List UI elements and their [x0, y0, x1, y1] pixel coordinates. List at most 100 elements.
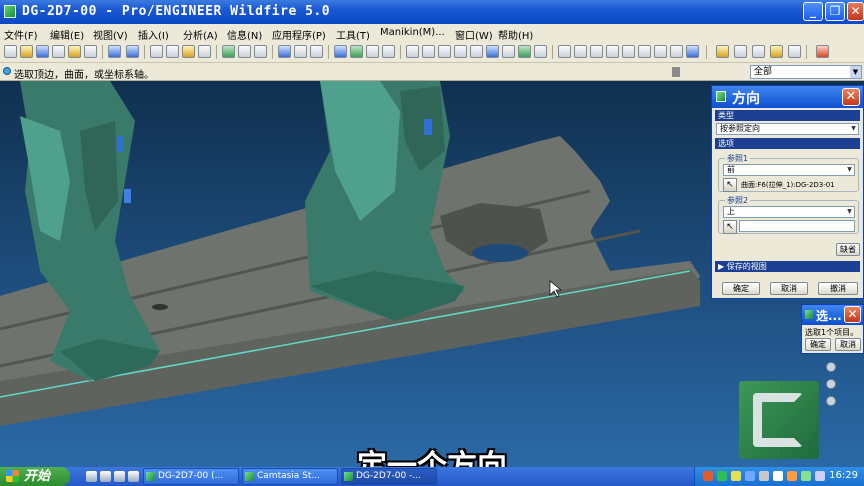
close-button[interactable]: ✕: [847, 2, 864, 21]
shading-icon[interactable]: [606, 45, 619, 58]
quicklaunch-ie-icon[interactable]: [100, 471, 111, 482]
view-manager-icon[interactable]: [654, 45, 667, 58]
select-arrow-icon[interactable]: ↖: [723, 178, 737, 192]
menu-manikin[interactable]: Manikin(M)...: [380, 27, 445, 38]
menu-edit[interactable]: 编辑(E): [50, 27, 84, 42]
appearance-icon[interactable]: [534, 45, 547, 58]
datum-plane-icon[interactable]: [716, 45, 729, 58]
refit-icon[interactable]: [470, 45, 483, 58]
display-style-icon[interactable]: [366, 45, 379, 58]
toolbar-mini-icon[interactable]: [826, 396, 836, 406]
menu-help[interactable]: 帮助(H): [498, 27, 533, 42]
zoom-out-icon[interactable]: [454, 45, 467, 58]
tray-app-icon[interactable]: [717, 471, 727, 481]
undo-button[interactable]: 撤消: [818, 282, 858, 295]
reference-2-dropdown[interactable]: 上 ▼: [723, 206, 855, 218]
saved-views-icon[interactable]: [502, 45, 515, 58]
menu-analysis[interactable]: 分析(A): [183, 27, 218, 42]
orient-mode-icon[interactable]: [310, 45, 323, 58]
render-icon[interactable]: [686, 45, 699, 58]
pan-icon[interactable]: [422, 45, 435, 58]
paste-special-icon[interactable]: [198, 45, 211, 58]
selection-filter-dropdown[interactable]: 全部 ▼: [750, 65, 862, 79]
dialog-title-bar[interactable]: 方向 ✕: [712, 86, 863, 108]
orient-type-dropdown[interactable]: 按参照定向 ▼: [716, 123, 859, 135]
menu-applications[interactable]: 应用程序(P): [272, 27, 326, 42]
cancel-button[interactable]: 取消: [770, 282, 808, 295]
mail-icon[interactable]: [68, 45, 81, 58]
tray-app-icon[interactable]: [815, 471, 825, 481]
ok-button[interactable]: 确定: [805, 338, 831, 351]
menu-file[interactable]: 文件(F): [4, 27, 38, 42]
menu-view[interactable]: 视图(V): [93, 27, 128, 42]
no-hidden-icon[interactable]: [590, 45, 603, 58]
quicklaunch-folder-icon[interactable]: [128, 471, 139, 482]
reference-1-dropdown[interactable]: 前 ▼: [723, 164, 855, 176]
mail-attach-icon[interactable]: [84, 45, 97, 58]
close-icon[interactable]: ✕: [842, 88, 860, 106]
open-icon[interactable]: [20, 45, 33, 58]
reference-2-selection[interactable]: [739, 220, 855, 232]
paste-icon[interactable]: [182, 45, 195, 58]
quicklaunch-media-icon[interactable]: [114, 471, 125, 482]
save-icon[interactable]: [36, 45, 49, 58]
datum-axis-icon[interactable]: [734, 45, 747, 58]
model-tree-icon[interactable]: [350, 45, 363, 58]
orient-type-value: 按参照定向: [720, 124, 760, 133]
spin-icon[interactable]: [406, 45, 419, 58]
redo-icon[interactable]: [126, 45, 139, 58]
cut-icon[interactable]: [150, 45, 163, 58]
repaint-icon[interactable]: [278, 45, 291, 58]
tray-app-icon[interactable]: [703, 471, 713, 481]
annotation-icon[interactable]: [788, 45, 801, 58]
tray-app-icon[interactable]: [801, 471, 811, 481]
select-icon[interactable]: [254, 45, 267, 58]
tray-volume-icon[interactable]: [759, 471, 769, 481]
realistic-icon[interactable]: [638, 45, 651, 58]
toolbar-mini-icon[interactable]: [826, 362, 836, 372]
taskbar-item-proe-active[interactable]: DG-2D7-00 -...: [341, 468, 437, 485]
ok-button[interactable]: 确定: [722, 282, 760, 295]
search-icon[interactable]: [238, 45, 251, 58]
maximize-button[interactable]: ❐: [825, 2, 845, 21]
tray-app-icon[interactable]: [731, 471, 741, 481]
tray-app-icon[interactable]: [787, 471, 797, 481]
taskbar-item-camtasia[interactable]: Camtasia St...: [242, 468, 338, 485]
close-icon[interactable]: ✕: [844, 306, 861, 323]
start-button[interactable]: 开始: [0, 467, 70, 486]
quicklaunch-desktop-icon[interactable]: [86, 471, 97, 482]
select-arrow-icon[interactable]: ↖: [723, 220, 737, 234]
shading-edges-icon[interactable]: [622, 45, 635, 58]
print-icon[interactable]: [52, 45, 65, 58]
menu-insert[interactable]: 插入(I): [138, 27, 169, 42]
reference-1-selection[interactable]: 曲面:F6(拉伸_1):DG-2D3-01: [739, 179, 855, 191]
csys-icon[interactable]: [770, 45, 783, 58]
copy-icon[interactable]: [166, 45, 179, 58]
wireframe-icon[interactable]: [558, 45, 571, 58]
menu-tools[interactable]: 工具(T): [336, 27, 370, 42]
hidden-line-icon[interactable]: [574, 45, 587, 58]
dialog-title-bar[interactable]: 选... ✕: [802, 305, 863, 325]
tray-network-icon[interactable]: [745, 471, 755, 481]
shade-icon[interactable]: [382, 45, 395, 58]
tray-app-icon[interactable]: [773, 471, 783, 481]
saved-views-section[interactable]: ▶ 保存的视图: [715, 261, 860, 272]
new-icon[interactable]: [4, 45, 17, 58]
undo-icon[interactable]: [108, 45, 121, 58]
default-button[interactable]: 缺省: [836, 243, 860, 256]
perspective-icon[interactable]: [670, 45, 683, 58]
menu-window[interactable]: 窗口(W): [455, 27, 493, 42]
menu-info[interactable]: 信息(N): [227, 27, 262, 42]
spin-center-icon[interactable]: [294, 45, 307, 58]
regenerate-icon[interactable]: [222, 45, 235, 58]
toolbar-mini-icon[interactable]: [826, 379, 836, 389]
minimize-button[interactable]: _: [803, 2, 823, 21]
taskbar-item-proe[interactable]: DG-2D7-00 (...: [143, 468, 239, 485]
zoom-in-icon[interactable]: [438, 45, 451, 58]
layers-icon[interactable]: [518, 45, 531, 58]
datum-point-icon[interactable]: [752, 45, 765, 58]
cancel-button[interactable]: 取消: [835, 338, 861, 351]
orient-icon[interactable]: [486, 45, 499, 58]
zoom-window-icon[interactable]: [334, 45, 347, 58]
help-icon[interactable]: [816, 45, 829, 58]
